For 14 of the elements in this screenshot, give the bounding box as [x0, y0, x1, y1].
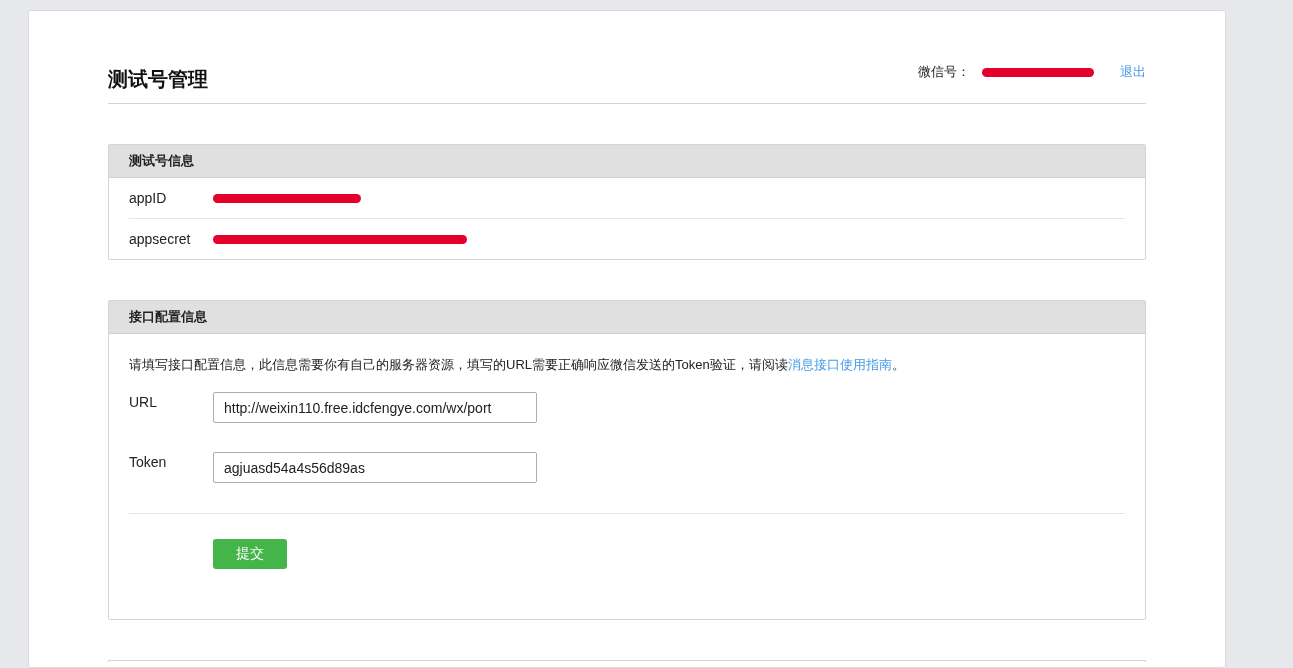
panel-title: 接口配置信息: [129, 308, 207, 326]
input-field[interactable]: http://weixin110.free.idcfengye.com/wx/port: [213, 392, 537, 423]
page-title: 测试号管理: [108, 66, 208, 92]
field-label: Token: [129, 453, 168, 470]
panel-title: 测试号信息: [129, 152, 194, 170]
field-label: URL: [129, 393, 158, 410]
field-label: appsecret: [129, 231, 192, 247]
field-label: appID: [129, 190, 168, 206]
input-field[interactable]: agjuasd54a4s56d89as: [213, 452, 537, 483]
account-label: 微信号：: [918, 63, 970, 81]
submit-button[interactable]: 提交: [213, 539, 287, 569]
guide-link[interactable]: 消息接口使用指南: [787, 357, 892, 372]
instruction-text: 请填写接口配置信息，此信息需要你有自己的服务器资源，填写的URL需要正确响应微信发送的Token验证，请阅读消息接口使用指南。: [129, 356, 906, 374]
logout-link[interactable]: 退出: [1120, 63, 1146, 81]
